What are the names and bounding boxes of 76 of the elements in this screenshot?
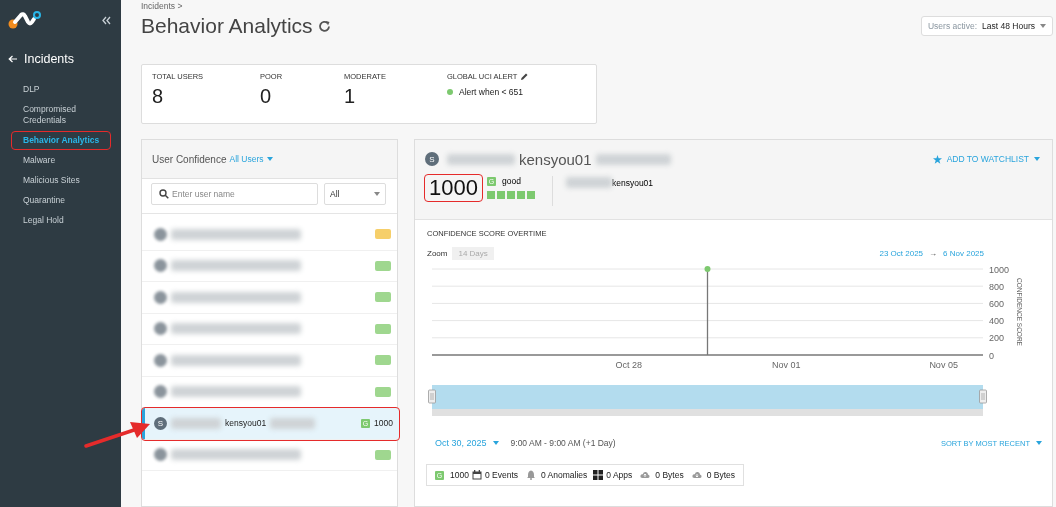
stat-value: 1: [344, 85, 357, 109]
caret-icon: [1040, 24, 1046, 28]
redacted-text: [270, 417, 316, 429]
x-tick-label: Nov 01: [771, 360, 801, 370]
blurred-avatar: [154, 353, 167, 367]
summary-stat: 0 Bytes: [706, 470, 736, 480]
collapse-icon: [102, 15, 111, 25]
back-arrow-icon: [8, 55, 18, 63]
y-tick-label: 800: [989, 281, 1005, 292]
y-tick-label: 600: [989, 298, 1005, 309]
blurred-avatar: [154, 290, 167, 304]
y-tick-label: 0: [989, 350, 994, 361]
account-name: kensyou01: [611, 177, 654, 188]
redacted-text: [565, 177, 612, 188]
bell-icon: [526, 470, 536, 480]
alert-threshold: Alert when < 651: [459, 87, 524, 98]
star-icon: [932, 154, 942, 164]
x-tick-label: Oct 28: [615, 360, 643, 370]
sidebar-item[interactable]: Quarantine: [12, 192, 110, 209]
time-range: 9:00 AM - 9:00 AM (+1 Day): [510, 438, 616, 448]
user-avatar: S: [425, 152, 439, 166]
user-name: kensyou01: [519, 150, 592, 168]
range-arrow: →: [929, 248, 938, 258]
x-tick-label: Nov 05: [929, 360, 958, 370]
range-handle[interactable]: [979, 389, 987, 404]
refresh-icon: [317, 19, 331, 33]
summary-stat: 0 Bytes: [655, 470, 684, 480]
breadcrumb-link[interactable]: Incidents >: [141, 1, 331, 11]
blurred-avatar: [154, 448, 167, 462]
sidebar-item[interactable]: Behavior Analytics: [12, 132, 110, 149]
blurred-avatar: [154, 322, 167, 336]
confidence-score: 1000: [425, 175, 482, 201]
y-tick-label: 400: [989, 316, 1005, 327]
pencil-icon: [520, 72, 529, 81]
summary-stat: 0 Anomalies: [541, 470, 588, 480]
zoom-label: Zoom: [427, 248, 448, 258]
sidebar-item[interactable]: DLP: [12, 81, 110, 98]
y-tick-label: 1000: [989, 264, 1010, 275]
calendar-icon: [471, 470, 482, 480]
page-title: Behavior Analytics: [141, 14, 313, 38]
blurred-avatar: [154, 385, 167, 399]
grade-label: good: [501, 176, 521, 186]
summary-stat: 1000: [450, 470, 469, 480]
stat-value: 0: [260, 85, 273, 109]
panel-title: User Confidence: [152, 153, 227, 165]
stat-value: 8: [152, 85, 165, 109]
range-navigator[interactable]: [432, 385, 983, 416]
sidebar-item[interactable]: Compromised Credentials: [12, 101, 110, 129]
user-name: kensyou01: [225, 418, 267, 429]
caret-icon: [1036, 441, 1042, 445]
redacted-text: [447, 153, 515, 165]
caret-icon: [266, 157, 273, 161]
caret-icon: [1034, 157, 1040, 161]
grid-icon: [593, 470, 604, 480]
cloud-icon: [640, 470, 651, 480]
range-handle[interactable]: [428, 389, 436, 404]
search-field[interactable]: Enter user name: [151, 183, 318, 205]
summary-stat: 0 Apps: [606, 470, 633, 480]
caret-icon: [492, 441, 499, 445]
search-icon: [159, 189, 169, 199]
user-avatar: S: [154, 416, 167, 430]
logo-icon: [8, 10, 42, 30]
y-tick-label: 200: [989, 333, 1005, 344]
blurred-avatar: [154, 227, 167, 241]
cloud-icon: [691, 470, 702, 480]
blurred-avatar: [154, 259, 167, 273]
summary-stat: 0 Events: [484, 470, 518, 480]
redacted-text: [171, 417, 221, 429]
section-title: Incidents: [24, 52, 75, 66]
users-active-dropdown[interactable]: Users active: Last 48 Hours: [920, 16, 1053, 36]
type-select[interactable]: All: [324, 183, 386, 205]
score-value: 1000: [374, 418, 393, 429]
sidebar-item[interactable]: Malware: [12, 152, 110, 169]
caret-icon: [374, 192, 380, 196]
sidebar-item[interactable]: Legal Hold: [12, 212, 110, 229]
sidebar-item[interactable]: Malicious Sites: [12, 172, 110, 189]
